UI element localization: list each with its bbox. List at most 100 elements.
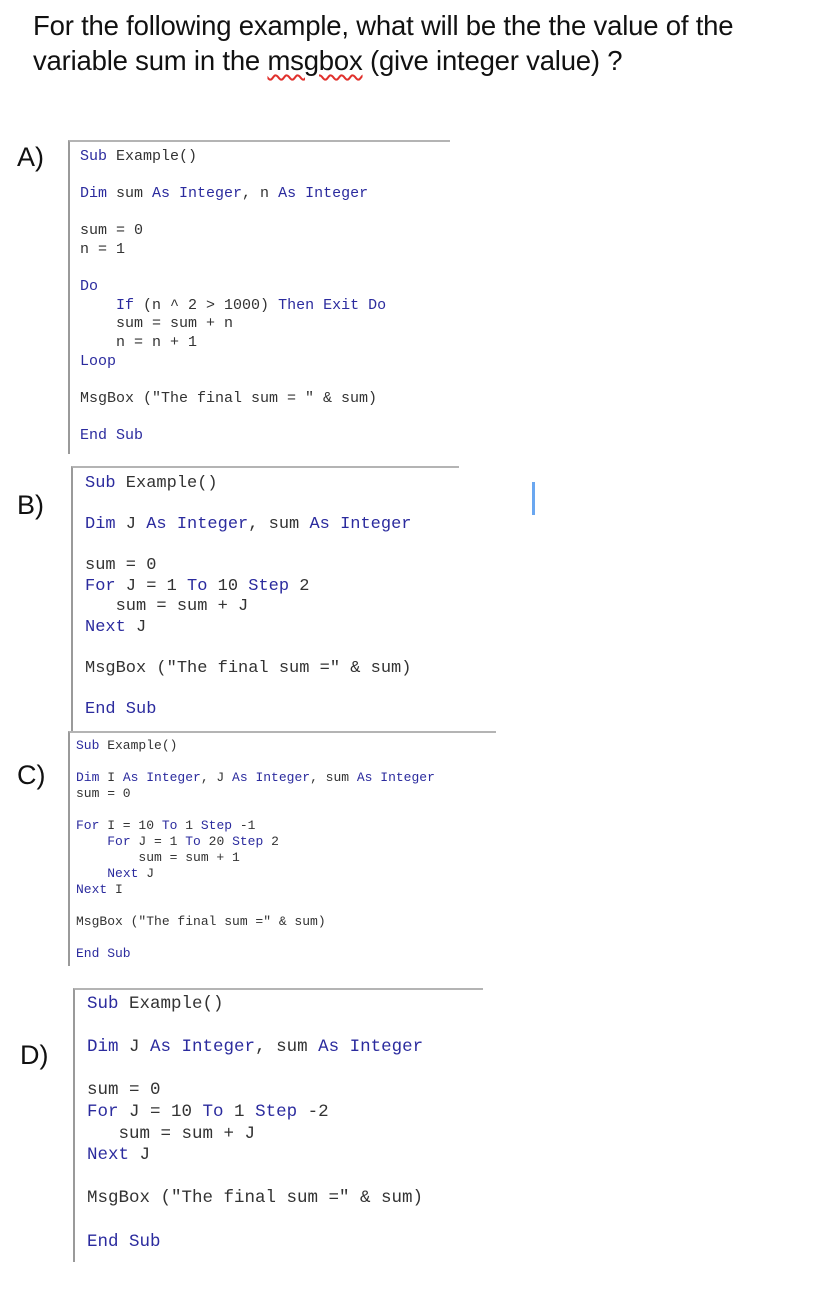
code-text: J = 1 bbox=[115, 576, 188, 596]
code-line bbox=[85, 679, 459, 700]
option-label-a: A) bbox=[17, 142, 44, 172]
code-text: Example() bbox=[118, 994, 224, 1014]
code-text: n = 1 bbox=[80, 240, 126, 258]
code-text: I bbox=[99, 770, 123, 785]
code-line: sum = 0 bbox=[87, 1080, 483, 1102]
code-line: Loop bbox=[80, 353, 450, 372]
code-text: Example() bbox=[107, 148, 198, 165]
code-block-b: Sub Example() Dim J As Integer, sum As I… bbox=[71, 466, 459, 732]
code-keyword: To bbox=[187, 576, 208, 596]
code-keyword: For bbox=[107, 834, 131, 849]
code-text: J bbox=[129, 1145, 151, 1166]
code-keyword: Step bbox=[200, 818, 233, 833]
code-text: sum = sum + n bbox=[80, 315, 234, 333]
code-block-d: Sub Example() Dim J As Integer, sum As I… bbox=[73, 988, 483, 1262]
code-line bbox=[87, 1016, 483, 1038]
code-text: sum = 0 bbox=[76, 786, 131, 801]
code-text: MsgBox ("The final sum =" & sum) bbox=[76, 914, 326, 929]
code-text: MsgBox ("The final sum = " & sum) bbox=[80, 389, 378, 407]
code-line: End Sub bbox=[85, 700, 459, 721]
code-line bbox=[80, 204, 450, 223]
code-line bbox=[80, 260, 450, 279]
code-line: sum = sum + J bbox=[85, 597, 459, 618]
code-text: J bbox=[118, 1037, 151, 1058]
code-text: 1 bbox=[223, 1101, 256, 1122]
code-line bbox=[80, 371, 450, 390]
code-text: -2 bbox=[297, 1101, 329, 1122]
code-text: (n ^ 2 > 1000) bbox=[134, 296, 279, 314]
code-line: Dim J As Integer, sum As Integer bbox=[85, 515, 459, 536]
code-text: J bbox=[138, 866, 155, 881]
code-keyword: Dim bbox=[76, 770, 100, 785]
code-line: Sub Example() bbox=[80, 148, 450, 167]
code-text: -1 bbox=[232, 818, 256, 833]
code-line: For J = 1 To 10 Step 2 bbox=[85, 577, 459, 598]
code-line: sum = sum + n bbox=[80, 315, 450, 334]
question-text: For the following example, what will be … bbox=[33, 8, 813, 78]
code-line: End Sub bbox=[87, 1232, 483, 1254]
code-keyword: For bbox=[87, 1101, 119, 1122]
code-text: J = 10 bbox=[118, 1101, 203, 1122]
code-keyword: As Integer bbox=[356, 770, 435, 785]
code-text: , n bbox=[242, 185, 279, 203]
code-keyword: Dim bbox=[85, 515, 116, 534]
code-line bbox=[85, 638, 459, 659]
option-label-d: D) bbox=[20, 1040, 49, 1070]
code-keyword: End Sub bbox=[85, 699, 157, 719]
code-text: sum bbox=[107, 185, 153, 203]
code-line: MsgBox ("The final sum = " & sum) bbox=[80, 390, 450, 409]
code-line: MsgBox ("The final sum =" & sum) bbox=[85, 659, 459, 680]
code-keyword: If bbox=[116, 296, 135, 314]
code-line: For J = 1 To 20 Step 2 bbox=[76, 834, 496, 850]
code-block-c: Sub Example() Dim I As Integer, J As Int… bbox=[68, 731, 496, 966]
code-text: sum = 0 bbox=[85, 556, 157, 575]
code-keyword: Do bbox=[80, 278, 99, 296]
code-line bbox=[87, 1059, 483, 1081]
code-line: If (n ^ 2 > 1000) Then Exit Do bbox=[80, 297, 450, 316]
code-line bbox=[85, 495, 459, 516]
code-line bbox=[76, 802, 496, 818]
code-line: Do bbox=[80, 278, 450, 297]
code-keyword: Dim bbox=[87, 1037, 119, 1058]
code-keyword: Sub bbox=[87, 994, 119, 1014]
code-keyword: As Integer bbox=[152, 185, 243, 203]
code-line bbox=[76, 754, 496, 770]
code-keyword: For bbox=[85, 576, 116, 596]
code-keyword: Next bbox=[107, 866, 139, 881]
code-line: End Sub bbox=[80, 427, 450, 446]
code-text: sum = sum + J bbox=[87, 1123, 256, 1144]
code-line bbox=[85, 536, 459, 557]
code-keyword: Dim bbox=[80, 185, 108, 203]
code-keyword: To bbox=[202, 1101, 224, 1122]
code-line: End Sub bbox=[76, 946, 496, 962]
code-keyword: To bbox=[185, 834, 201, 849]
code-keyword: End Sub bbox=[76, 946, 131, 961]
misspelled-word[interactable]: msgbox bbox=[267, 45, 362, 76]
code-keyword: Step bbox=[248, 576, 290, 596]
code-line: Next J bbox=[85, 618, 459, 639]
code-line: Sub Example() bbox=[85, 474, 459, 495]
code-keyword: Sub bbox=[85, 474, 116, 493]
code-text: J = 1 bbox=[130, 834, 186, 849]
code-text: J bbox=[115, 515, 147, 534]
code-keyword: Next bbox=[76, 882, 108, 897]
code-text: 20 bbox=[200, 834, 233, 849]
code-line: sum = 0 bbox=[85, 556, 459, 577]
code-keyword: As Integer bbox=[318, 1037, 424, 1058]
code-text: 1 bbox=[177, 818, 201, 833]
